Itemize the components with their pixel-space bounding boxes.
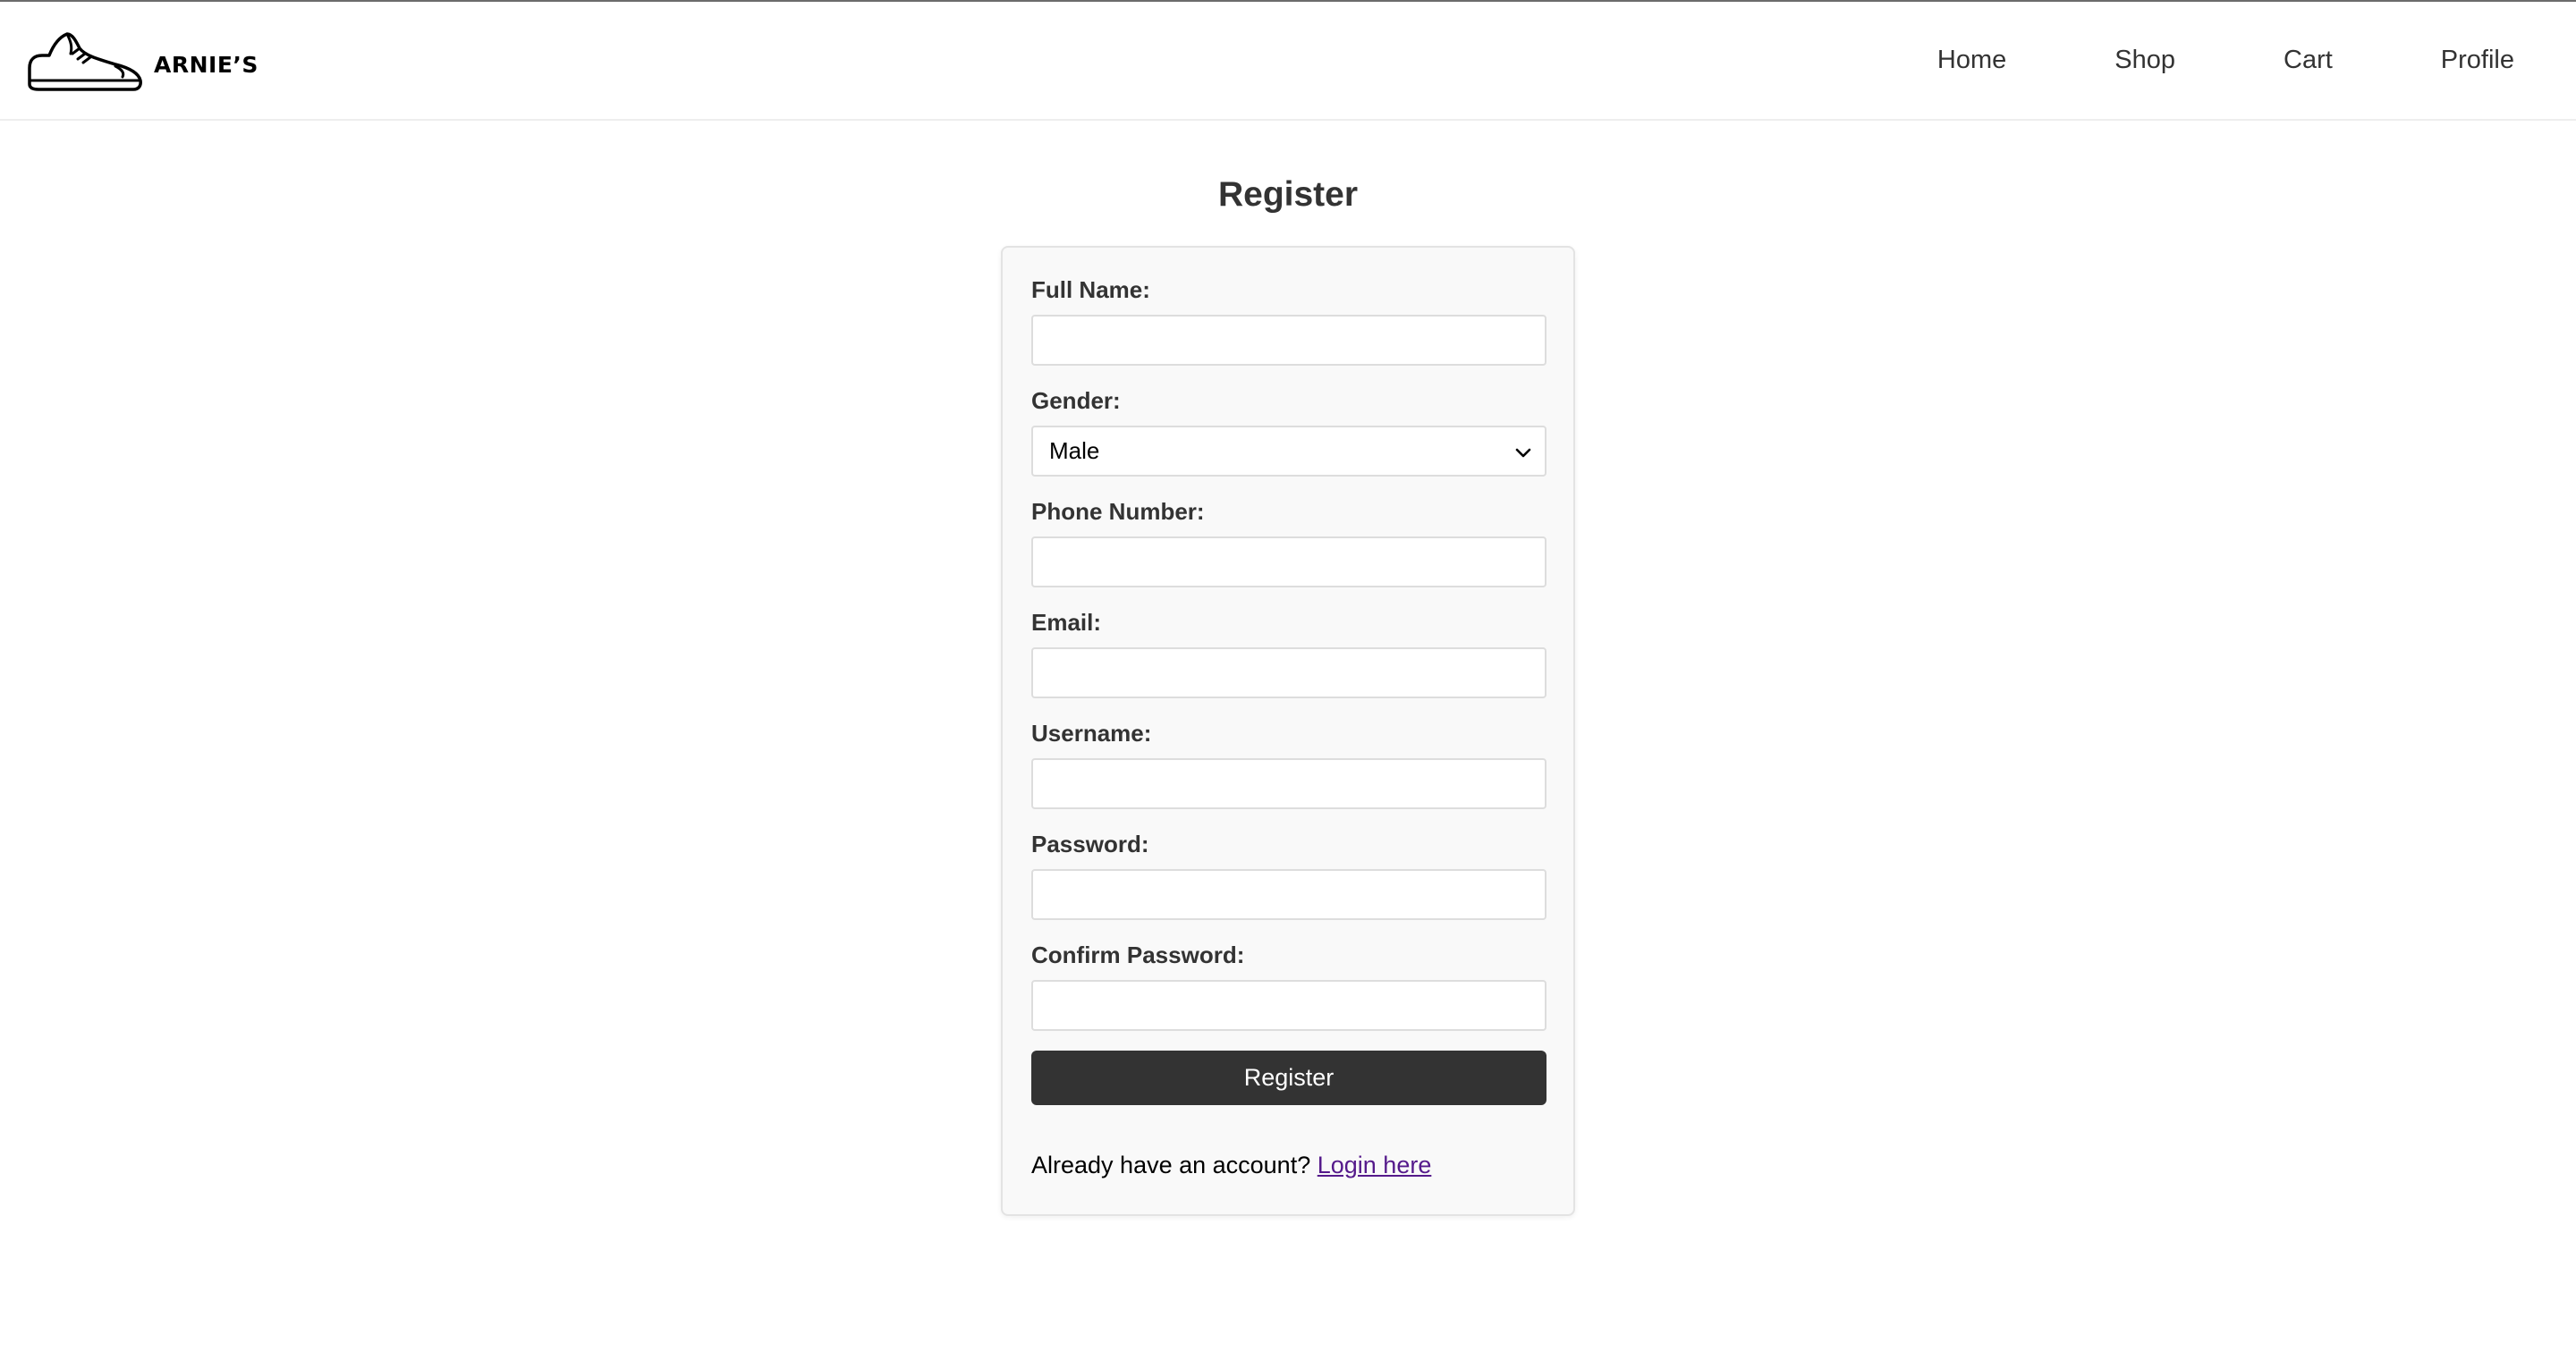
username-input[interactable] [1031,758,1546,809]
email-group: Email: [1031,607,1546,698]
confirm-password-label: Confirm Password: [1031,942,1245,968]
page-title: Register [1217,175,1359,214]
full-name-group: Full Name: [1031,274,1546,366]
full-name-label: Full Name: [1031,276,1150,303]
password-label: Password: [1031,831,1149,857]
sneaker-icon [28,31,142,91]
chevron-down-icon [1515,448,1531,458]
confirm-password-group: Confirm Password: [1031,940,1546,1031]
gender-select[interactable]: Male [1031,426,1546,477]
email-input[interactable] [1031,647,1546,698]
phone-label: Phone Number: [1031,498,1205,525]
register-form-card: Full Name: Gender: Male Phone Number: Em… [1001,246,1575,1216]
username-label: Username: [1031,720,1152,747]
email-label: Email: [1031,609,1102,636]
nav-link-shop[interactable]: Shop [2114,47,2175,73]
password-group: Password: [1031,829,1546,920]
password-input[interactable] [1031,869,1546,920]
phone-group: Phone Number: [1031,496,1546,587]
nav-link-home[interactable]: Home [1937,47,2006,73]
site-header: ARNIE’S Home Shop Cart Profile [0,2,2576,121]
confirm-password-input[interactable] [1031,980,1546,1031]
username-group: Username: [1031,718,1546,809]
brand-name: ARNIE’S [154,52,258,78]
login-prompt: Already have an account? Login here [1031,1152,1545,1179]
login-prompt-text: Already have an account? [1031,1152,1311,1178]
nav-link-profile[interactable]: Profile [2441,47,2514,73]
phone-input[interactable] [1031,536,1546,587]
full-name-input[interactable] [1031,315,1546,366]
login-link[interactable]: Login here [1318,1152,1432,1178]
nav-link-cart[interactable]: Cart [2284,47,2333,73]
main-nav: Home Shop Cart Profile [1937,2,2514,119]
gender-group: Gender: Male [1031,385,1546,477]
gender-label: Gender: [1031,387,1121,414]
register-button[interactable]: Register [1031,1051,1546,1105]
gender-selected-value: Male [1049,437,1100,464]
brand-logo-link[interactable]: ARNIE’S [26,25,258,97]
